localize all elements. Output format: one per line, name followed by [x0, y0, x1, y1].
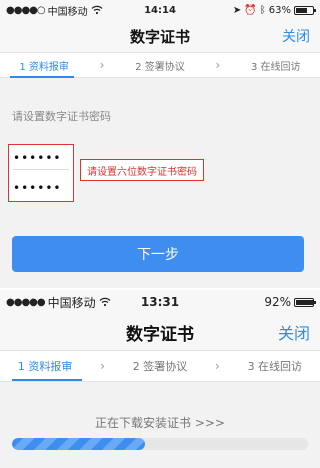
screen-set-password: ●●●●○ 中国移动 14:14 ➤ ⏰ ᛒ 63% 数字证书 关闭 1 资料报… — [0, 0, 320, 288]
bluetooth-icon: ᛒ — [259, 4, 266, 16]
step-3-visit: 3 在线回访 — [251, 61, 301, 73]
downloading-status: 正在下载安装证书 >>> — [95, 416, 225, 430]
carrier-label: 中国移动 — [47, 295, 96, 310]
step-indicator: 1 资料报审 › 2 签署协议 › 3 在线回访 — [0, 53, 320, 78]
close-button[interactable]: 关闭 — [282, 26, 310, 46]
active-step-underline — [12, 379, 82, 381]
carrier-label: 中国移动 — [47, 6, 88, 18]
battery-icon — [294, 5, 316, 15]
battery-icon — [294, 297, 316, 307]
status-bar: ●●●●○ 中国移动 14:14 ➤ ⏰ ᛒ 63% — [0, 0, 320, 20]
step-2-sign: 2 签署协议 — [132, 360, 188, 373]
signal-dots-icon: ●●●●○ — [6, 4, 46, 16]
download-progress-bar — [12, 438, 308, 450]
nav-bar: 数字证书 关闭 — [0, 20, 320, 53]
password-confirm-input[interactable]: •••••• — [13, 177, 69, 199]
chevron-right-icon: › — [100, 359, 105, 373]
status-right: ➤ ⏰ ᛒ 63% — [232, 4, 316, 16]
password-fields: •••••• •••••• — [8, 144, 74, 202]
password-input[interactable]: •••••• — [13, 147, 69, 170]
alarm-icon: ⏰ — [244, 4, 257, 16]
step-1-review: 1 资料报审 — [19, 61, 69, 73]
screen-downloading: ●●●●● 中国移动 13:31 92% 数字证书 关闭 1 资料报审 › 2 … — [0, 290, 320, 468]
page-title: 数字证书 — [126, 324, 194, 345]
chevron-right-icon: › — [215, 58, 221, 72]
step-indicator: 1 资料报审 › 2 签署协议 › 3 在线回访 — [0, 351, 320, 382]
chevron-right-icon: › — [99, 58, 105, 72]
status-left: ●●●●● 中国移动 — [6, 294, 111, 311]
wifi-icon — [99, 297, 111, 307]
step-1-review: 1 资料报审 — [17, 360, 73, 373]
page-title: 数字证书 — [129, 27, 190, 46]
wifi-icon — [91, 5, 103, 15]
nav-bar: 数字证书 关闭 — [0, 314, 320, 351]
status-bar: ●●●●● 中国移动 13:31 92% — [0, 290, 320, 314]
signal-dots-icon: ●●●●● — [6, 296, 46, 308]
next-button[interactable]: 下一步 — [12, 236, 304, 272]
battery-percent: 63% — [268, 4, 291, 16]
annotation-callout: 请设置六位数字证书密码 — [80, 159, 204, 181]
chevron-right-icon: › — [214, 359, 220, 373]
status-right: 92% — [264, 295, 316, 309]
active-step-underline — [10, 76, 74, 78]
password-hint: 请设置数字证书密码 — [12, 110, 111, 123]
status-left: ●●●●○ 中国移动 — [6, 3, 103, 18]
download-progress-fill — [12, 438, 146, 450]
battery-percent: 92% — [264, 295, 291, 309]
step-3-visit: 3 在线回访 — [247, 360, 303, 373]
location-icon: ➤ — [232, 4, 242, 16]
close-button[interactable]: 关闭 — [278, 320, 310, 344]
step-2-sign: 2 签署协议 — [135, 61, 185, 73]
